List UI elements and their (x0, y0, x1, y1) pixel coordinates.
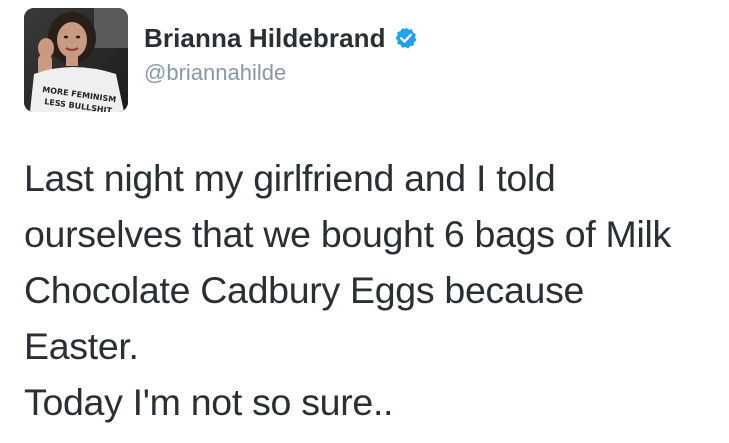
tweet-text-line: Last night my girlfriend and I told (24, 157, 556, 199)
avatar[interactable]: MORE FEMINISM LESS BULLSHIT (24, 8, 128, 112)
tweet-text-line: Chocolate Cadbury Eggs because (24, 269, 585, 311)
name-row: Brianna Hildebrand (144, 22, 418, 54)
author-identity: Brianna Hildebrand @briannahilde (144, 22, 418, 86)
profile-photo-icon: MORE FEMINISM LESS BULLSHIT (24, 8, 128, 112)
display-name[interactable]: Brianna Hildebrand (144, 23, 386, 54)
tweet-text: Last night my girlfriend and I told ours… (24, 150, 724, 430)
tweet-text-line: Easter. (24, 325, 139, 367)
username[interactable]: @briannahilde (144, 60, 418, 86)
tweet-header: MORE FEMINISM LESS BULLSHIT Brianna Hild… (24, 8, 418, 112)
tweet-text-line: Today I'm not so sure.. (24, 381, 394, 423)
tweet-text-line: ourselves that we bought 6 bags of Milk (24, 213, 672, 255)
verified-badge-icon (394, 26, 418, 50)
